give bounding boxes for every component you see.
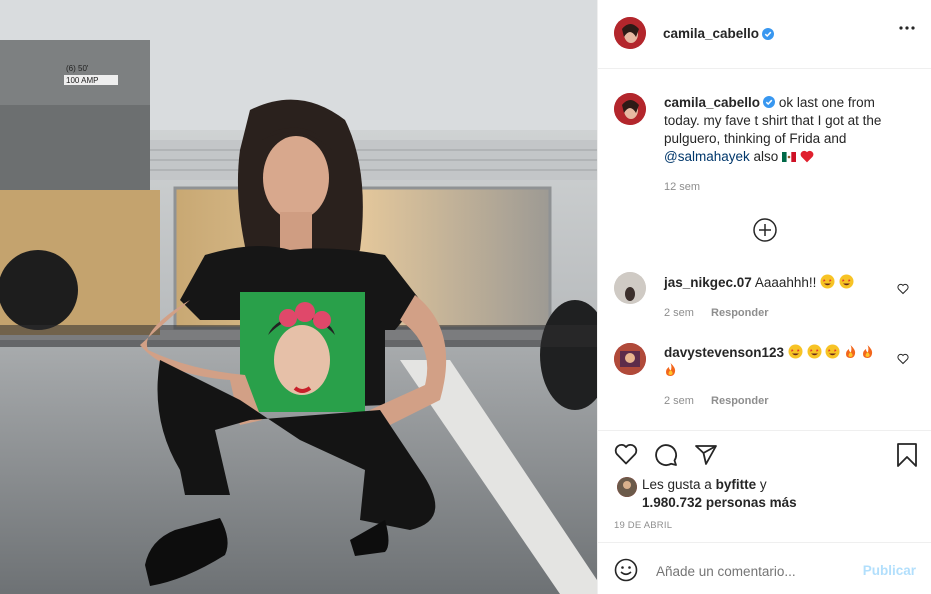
comment-avatar[interactable]	[614, 272, 646, 304]
author-username[interactable]: camila_cabello	[663, 26, 759, 41]
load-more-comments-icon[interactable]	[753, 218, 777, 247]
likes-conj: y	[759, 477, 767, 492]
panel-label-1: (6) 50'	[66, 64, 89, 73]
publish-button[interactable]: Publicar	[863, 563, 916, 578]
comment-item: davystevenson123	[664, 344, 889, 380]
star-eyes-emoji-icon	[820, 274, 835, 290]
likes-prefix: Les gusta a	[642, 477, 712, 492]
panel-label-2: 100 AMP	[66, 76, 98, 85]
likes-suffix[interactable]: personas más	[706, 495, 797, 510]
star-eyes-emoji-icon	[807, 344, 822, 360]
comment-item: jas_nikgec.07 Aaaahhh!!	[664, 274, 854, 292]
like-comment-icon[interactable]	[897, 352, 909, 365]
comment-username[interactable]: jas_nikgec.07	[664, 275, 752, 290]
verified-badge-icon	[762, 27, 775, 40]
liker-avatar[interactable]	[617, 477, 637, 497]
header-divider	[598, 68, 931, 69]
more-options-icon[interactable]	[899, 26, 915, 30]
liker-username[interactable]: byfitte	[716, 477, 757, 492]
likes-summary: Les gusta a byfitte y 1.980.732 personas…	[642, 476, 797, 512]
post-caption: camila_cabello ok last one from today. m…	[664, 94, 924, 166]
verified-badge-icon	[763, 95, 776, 108]
reply-button[interactable]: Responder	[711, 307, 768, 319]
comment-avatar[interactable]	[614, 343, 646, 375]
red-heart-icon	[800, 149, 814, 164]
mexico-flag-icon	[782, 149, 797, 164]
comment-time: 2 sem	[664, 395, 694, 407]
caption-avatar[interactable]	[614, 93, 646, 125]
fire-emoji-icon	[664, 363, 677, 378]
fire-emoji-icon	[861, 345, 874, 360]
comment-meta: 2 sem Responder	[664, 307, 769, 319]
caption-text-3: pulguero, thinking of Frida and	[664, 131, 847, 146]
like-icon[interactable]	[614, 443, 638, 470]
share-icon[interactable]	[694, 443, 718, 472]
comment-time: 2 sem	[664, 307, 694, 319]
star-eyes-emoji-icon	[839, 274, 854, 290]
caption-mention-link[interactable]: @salmahayek	[664, 149, 750, 164]
comment-icon[interactable]	[654, 443, 678, 472]
comment-input[interactable]	[654, 561, 858, 581]
post-date[interactable]: 19 DE ABRIL	[614, 520, 672, 531]
comment-meta: 2 sem Responder	[664, 395, 769, 407]
reply-button[interactable]: Responder	[711, 395, 768, 407]
comment-text: Aaaahhh!!	[754, 275, 817, 290]
likes-count[interactable]: 1.980.732	[642, 495, 702, 510]
caption-text-2: today. my fave t shirt that I got at the	[664, 113, 882, 128]
caption-username[interactable]: camila_cabello	[664, 95, 760, 110]
post-photo[interactable]: (6) 50' 100 AMP	[0, 0, 597, 594]
post-sidebar: camila_cabello camila_cabello ok last on…	[597, 0, 931, 594]
composer-divider	[598, 542, 931, 543]
author-avatar[interactable]	[614, 17, 646, 49]
star-eyes-emoji-icon	[825, 344, 840, 360]
emoji-icon[interactable]	[614, 558, 638, 587]
caption-timestamp: 12 sem	[664, 181, 701, 193]
comment-username[interactable]: davystevenson123	[664, 345, 784, 360]
save-bookmark-icon[interactable]	[896, 443, 918, 472]
caption-text-tail: also	[753, 149, 779, 164]
photo-illustration: (6) 50' 100 AMP	[0, 0, 597, 594]
actions-divider	[598, 430, 931, 431]
fire-emoji-icon	[844, 345, 857, 360]
like-comment-icon[interactable]	[897, 282, 909, 295]
caption-text-1: ok last one from	[778, 95, 875, 110]
star-eyes-emoji-icon	[788, 344, 803, 360]
post-header: camila_cabello	[614, 17, 775, 49]
